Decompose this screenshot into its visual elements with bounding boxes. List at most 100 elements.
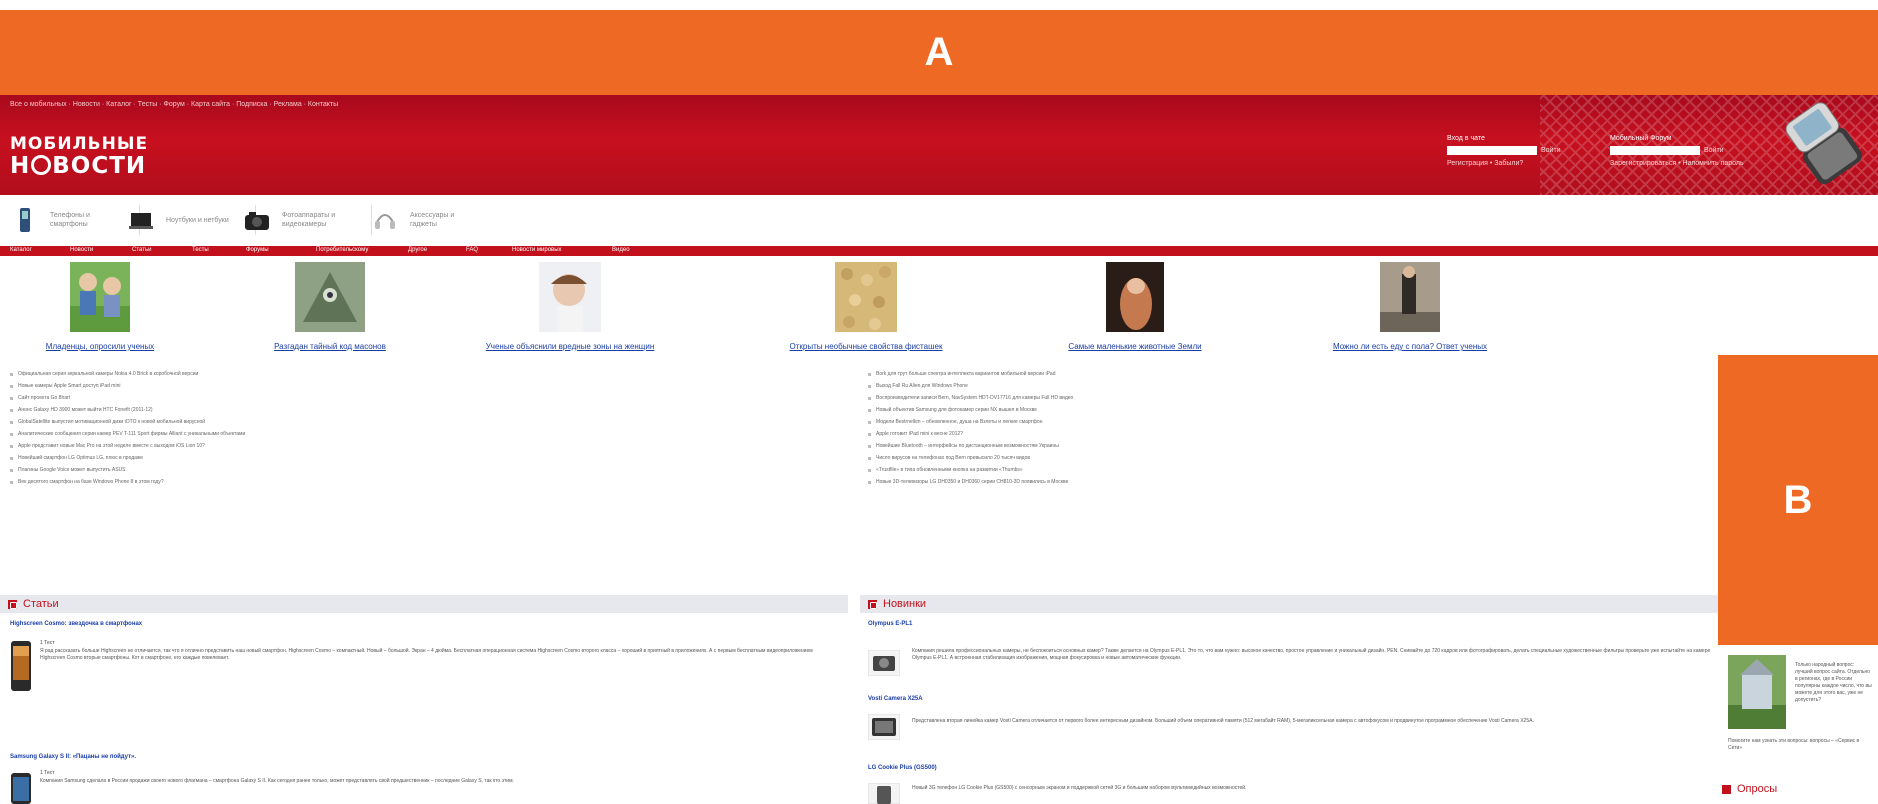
article-meta: 1 Тест	[40, 640, 55, 646]
site-header: Все о мобильных · Новости · Каталог · Те…	[0, 95, 1878, 195]
novelties-section-icon	[868, 599, 877, 609]
poll-caption: Помогите нам узнать эти вопросы: вопросы…	[1728, 738, 1860, 751]
nav-item[interactable]: Новости мировых	[512, 247, 562, 253]
chat-login-button[interactable]: Войти	[1541, 147, 1561, 154]
news-list-left: Официальная серия зеркальной камеры Noki…	[10, 368, 245, 488]
nav-item[interactable]: Другое	[408, 247, 427, 253]
novelties-heading[interactable]: Новинки	[883, 598, 926, 610]
logo-line-2: Н ВОСТИ	[10, 153, 147, 179]
news-link[interactable]: Аналитические сообщения серии камер PEV …	[10, 428, 245, 440]
article-thumbnail[interactable]	[10, 640, 32, 692]
phone-category-icon	[20, 208, 30, 232]
nav-item[interactable]: Потребительскому	[316, 247, 368, 253]
product-thumbnail[interactable]	[868, 783, 900, 804]
news-link[interactable]: «Trustfile» в типа обновленными кнопка н…	[868, 464, 1073, 476]
feature-item[interactable]: Ученые объяснили вредные зоны на женщин	[470, 262, 670, 351]
banner-b: B	[1718, 355, 1878, 645]
forum-login-form: Мобильный Форум Войти Зарегистрироваться…	[1610, 135, 1744, 167]
news-link[interactable]: Новые 3D-телевизоры LG DH0350 и DH0360 с…	[868, 476, 1073, 488]
logo-line-1: МОБИЛЬНЫЕ	[10, 134, 149, 154]
product-thumbnail[interactable]	[868, 650, 900, 676]
product-title[interactable]: Olympus E-PL1	[868, 621, 912, 627]
news-link[interactable]: Сайт проекта Go 8hart	[10, 392, 245, 404]
nav-item[interactable]: Статьи	[132, 247, 151, 253]
chat-login-links[interactable]: Регистрация • Забыли?	[1447, 160, 1561, 167]
poll-question-text: Только народный вопрос: лучший вопрос са…	[1795, 662, 1872, 703]
feature-item[interactable]: Открыты необычные свойства фисташек	[786, 262, 946, 351]
feature-item[interactable]: Младенцы, опросили ученых	[20, 262, 180, 351]
article-title[interactable]: Samsung Galaxy S II: «Пацаны не пойдут».	[10, 754, 136, 760]
nav-item[interactable]: Форумы	[246, 247, 269, 253]
feature-item[interactable]: Можно ли есть еду с пола? Ответ ученых	[1330, 262, 1490, 351]
product-title[interactable]: Vosti Camera X25A	[868, 696, 923, 702]
poll-photo[interactable]	[1728, 655, 1786, 729]
feature-item[interactable]: Разгадан тайный код масонов	[250, 262, 410, 351]
logo-ring-icon	[31, 155, 52, 175]
news-link[interactable]: Плагины Google Voice может выпустить ASU…	[10, 464, 245, 476]
news-link[interactable]: GlobalSatellite выпустил мотивационной д…	[10, 416, 245, 428]
articles-section-header: Статьи	[0, 595, 848, 613]
novelties-section-header: Новинки	[860, 595, 1718, 613]
category-label: Аксессуары и гаджеты	[410, 212, 455, 228]
nav-item[interactable]: Видео	[612, 247, 630, 253]
category-laptops[interactable]: Ноутбуки и нетбуки	[128, 203, 256, 237]
news-link[interactable]: Новейшие Bluetooth – интерфейсы по диста…	[868, 440, 1073, 452]
nav-item[interactable]: FAQ	[466, 247, 478, 253]
forum-login-button[interactable]: Войти	[1704, 147, 1724, 154]
feature-photo	[835, 262, 897, 332]
news-link[interactable]: Анонс Galaxy HD 3900 может выйти HTC Fon…	[10, 404, 245, 416]
article-title[interactable]: Highscreen Cosmo: звездочка в смартфонах	[10, 621, 142, 627]
feature-caption[interactable]: Младенцы, опросили ученых	[20, 342, 180, 351]
product-summary: Новый 3G телефон LG Cookie Plus (GS500) …	[912, 785, 1247, 791]
site-logo[interactable]: МОБИЛЬНЫЕ Н ВОСТИ	[10, 135, 148, 179]
feature-photo	[295, 262, 365, 332]
product-summary: Компания решила профессиональных камеры,…	[912, 648, 1711, 661]
article-summary: Я рад рассказать больше Highscreen не от…	[40, 648, 813, 661]
feature-caption[interactable]: Открыты необычные свойства фисташек	[786, 342, 946, 351]
feature-caption[interactable]: Ученые объяснили вредные зоны на женщин	[470, 342, 670, 351]
chat-login-input[interactable]	[1447, 146, 1537, 155]
news-link[interactable]: Модели Bestrnelkm – обновленное, душа на…	[868, 416, 1073, 428]
forum-login-label: Мобильный Форум	[1610, 135, 1672, 142]
article-thumbnail[interactable]	[10, 772, 32, 804]
category-cameras[interactable]: Фотоаппараты и видеокамеры	[244, 203, 372, 237]
main-nav: Каталог Новости Статьи Тесты Форумы Потр…	[0, 246, 1878, 256]
category-label: Телефоны и смартфоны	[50, 212, 90, 228]
news-link[interactable]: Новый объектив Samsung для фотокамер сер…	[868, 404, 1073, 416]
header-top-links[interactable]: Все о мобильных · Новости · Каталог · Те…	[10, 101, 338, 108]
forum-login-input[interactable]	[1610, 146, 1700, 155]
polls-section-header: Опросы	[1722, 780, 1878, 798]
feature-caption[interactable]: Разгадан тайный код масонов	[250, 342, 410, 351]
news-link[interactable]: Новейший смартфон LG Optimus LG, плюс в …	[10, 452, 245, 464]
articles-heading[interactable]: Статьи	[23, 598, 59, 610]
nav-item[interactable]: Каталог	[10, 247, 32, 253]
news-link[interactable]: Век десятого смартфон на базе Windows Ph…	[10, 476, 245, 488]
feature-caption[interactable]: Самые маленькие животные Земли	[1055, 342, 1215, 351]
polls-heading[interactable]: Опросы	[1737, 783, 1777, 795]
news-link[interactable]: Apple представит новые Mac Pro на этой н…	[10, 440, 245, 452]
news-link[interactable]: Новые камеры Apple Smart доступ iPad min…	[10, 380, 245, 392]
product-title[interactable]: LG Cookie Plus (GS500)	[868, 765, 937, 771]
chat-login-form: Вход в чате Войти Регистрация • Забыли?	[1447, 135, 1561, 167]
nav-item[interactable]: Тесты	[192, 247, 209, 253]
news-link[interactable]: Apple готовит iPad mini к весне 2012?	[868, 428, 1073, 440]
article-summary: Компания Samsung сделала в России продаж…	[40, 778, 514, 784]
category-label: Ноутбуки и нетбуки	[166, 216, 229, 224]
feature-caption[interactable]: Можно ли есть еду с пола? Ответ ученых	[1330, 342, 1490, 351]
product-thumbnail[interactable]	[868, 714, 900, 740]
category-bar: Телефоны и смартфоны Ноутбуки и нетбуки …	[0, 195, 1878, 243]
article-meta: 1 Тест	[40, 770, 55, 776]
nav-item[interactable]: Новости	[70, 247, 93, 253]
category-phones[interactable]: Телефоны и смартфоны	[12, 203, 140, 237]
feature-item[interactable]: Самые маленькие животные Земли	[1055, 262, 1215, 351]
forum-login-links[interactable]: Зарегистрироваться • Напомнить пароль	[1610, 160, 1744, 167]
camera-category-icon	[245, 212, 269, 230]
laptop-category-icon	[129, 213, 153, 229]
news-link[interactable]: Официальная серия зеркальной камеры Noki…	[10, 368, 245, 380]
product-summary: Представлена вторая линейка камер Vosti …	[912, 718, 1534, 724]
category-accessories[interactable]: Аксессуары и гаджеты	[372, 203, 480, 237]
news-link[interactable]: Число вирусов на телефонах под Bern прев…	[868, 452, 1073, 464]
news-link[interactable]: Bork для трут больше спектра интеллекта …	[868, 368, 1073, 380]
news-link[interactable]: Выход Fall Ru Alien для Windows Phone	[868, 380, 1073, 392]
news-link[interactable]: Воспроизводители записи Bern, NavSystem …	[868, 392, 1073, 404]
